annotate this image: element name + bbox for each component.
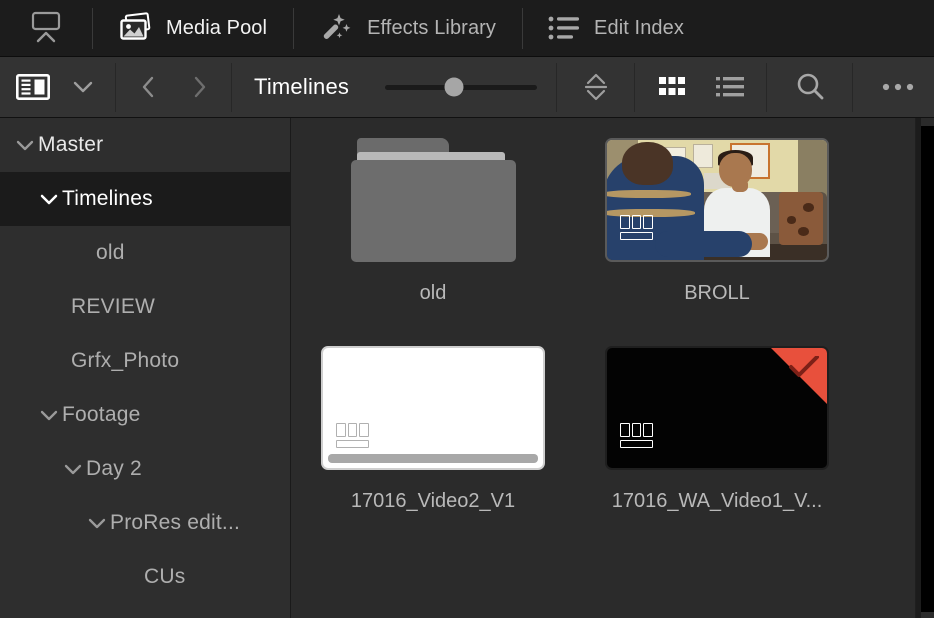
item-label: 17016_WA_Video1_V... bbox=[611, 490, 823, 512]
sidebar-item-label: ProRes edit... bbox=[110, 511, 241, 534]
more-options-icon[interactable] bbox=[879, 68, 917, 106]
thumbnail-size-slider[interactable] bbox=[385, 68, 538, 106]
chevron-down-icon[interactable] bbox=[12, 132, 38, 158]
toolbar-group-viewmode bbox=[635, 57, 768, 118]
chevron-down-icon[interactable] bbox=[60, 456, 86, 482]
media-pool-toolbar: Timelines bbox=[0, 57, 934, 118]
sidebar-item-timelines[interactable]: Timelines bbox=[0, 172, 290, 226]
thumbnail-image bbox=[321, 345, 545, 470]
chevron-left-icon[interactable] bbox=[130, 68, 168, 106]
thumbnail-image bbox=[605, 137, 829, 262]
magic-wand-icon bbox=[319, 12, 353, 44]
sidebar-item-label: Master bbox=[38, 133, 104, 156]
toolbar-group-options bbox=[853, 57, 934, 118]
monitor-collapse-icon bbox=[26, 9, 66, 47]
item-label: BROLL bbox=[684, 282, 750, 304]
list-item[interactable]: 17016_WA_Video1_V... bbox=[575, 343, 859, 551]
sidebar-item-cus[interactable]: CUs bbox=[0, 550, 290, 604]
sidebar-item-label: Footage bbox=[62, 403, 141, 426]
folder-icon bbox=[350, 137, 516, 262]
media-pool-browser[interactable]: old BROLL 17016_Video2_V1 17016_WA_Video… bbox=[291, 118, 915, 618]
clip-thumbnail[interactable] bbox=[605, 343, 829, 472]
sidebar-item-review[interactable]: REVIEW bbox=[0, 280, 290, 334]
sidebar-item-label: Timelines bbox=[62, 187, 153, 210]
browser-vertical-scrollbar[interactable] bbox=[915, 118, 934, 618]
tab-panel-toggle[interactable] bbox=[0, 0, 92, 57]
grid-view-icon[interactable] bbox=[653, 68, 691, 106]
thumbnail-image bbox=[605, 345, 829, 470]
list-bullets-icon bbox=[548, 15, 580, 41]
sidebar-item-footage[interactable]: Footage bbox=[0, 388, 290, 442]
sort-updown-icon[interactable] bbox=[577, 68, 615, 106]
chevron-down-icon[interactable] bbox=[36, 402, 62, 428]
toolbar-group-nav bbox=[116, 57, 232, 118]
sidebar-item-label: Day 2 bbox=[86, 457, 142, 480]
timeline-badge-icon bbox=[620, 214, 654, 240]
tab-label-edit-index: Edit Index bbox=[594, 16, 684, 39]
sidebar-item-label: Grfx_Photo bbox=[71, 349, 180, 372]
sidebar-item-day-2[interactable]: Day 2 bbox=[0, 442, 290, 496]
chevron-down-icon[interactable] bbox=[84, 510, 110, 536]
photos-stack-icon bbox=[118, 12, 152, 44]
sidebar-item-prores-edit[interactable]: ProRes edit... bbox=[0, 496, 290, 550]
interview-scene-image bbox=[607, 139, 827, 260]
checkmark-icon bbox=[789, 355, 819, 377]
bin-tree-sidebar[interactable]: Master Timelines old REVIEW Grfx_Photo F… bbox=[0, 118, 291, 618]
chevron-down-icon[interactable] bbox=[36, 186, 62, 212]
media-pool-window: Media Pool Effects Library Edit Index Ti… bbox=[0, 0, 934, 618]
list-item[interactable]: BROLL bbox=[575, 135, 859, 343]
toolbar-group-sort bbox=[557, 57, 636, 118]
chevron-right-icon[interactable] bbox=[180, 68, 218, 106]
timeline-badge-icon bbox=[620, 422, 654, 448]
list-view-icon[interactable] bbox=[711, 68, 749, 106]
panel-layout-icon[interactable] bbox=[14, 68, 52, 106]
sidebar-item-label: REVIEW bbox=[71, 295, 156, 318]
timeline-badge-icon bbox=[336, 422, 370, 448]
item-label: 17016_Video2_V1 bbox=[350, 490, 516, 512]
scrollbar-track[interactable] bbox=[921, 126, 934, 612]
slider-thumb[interactable] bbox=[444, 77, 464, 97]
list-item[interactable]: 17016_Video2_V1 bbox=[291, 343, 575, 551]
list-item[interactable]: old bbox=[291, 135, 575, 343]
thumbnail-grid: old BROLL 17016_Video2_V1 17016_WA_Video… bbox=[291, 118, 915, 551]
sidebar-item-master[interactable]: Master bbox=[0, 118, 290, 172]
toolbar-group-breadcrumb: Timelines bbox=[232, 57, 558, 118]
sidebar-item-label: old bbox=[96, 241, 125, 264]
item-label: old bbox=[419, 282, 447, 304]
breadcrumb[interactable]: Timelines bbox=[250, 74, 359, 100]
toolbar-group-search bbox=[767, 57, 854, 118]
tab-edit-index[interactable]: Edit Index bbox=[522, 0, 710, 57]
sidebar-item-old[interactable]: old bbox=[0, 226, 290, 280]
panel-tab-bar: Media Pool Effects Library Edit Index bbox=[0, 0, 934, 57]
used-flag-corner bbox=[769, 347, 827, 406]
toolbar-group-view bbox=[0, 57, 116, 118]
tab-label-effects-library: Effects Library bbox=[367, 16, 497, 39]
tab-effects-library[interactable]: Effects Library bbox=[293, 0, 522, 57]
clip-thumbnail[interactable] bbox=[605, 135, 829, 264]
folder-thumbnail[interactable] bbox=[321, 135, 545, 264]
clip-thumbnail[interactable] bbox=[321, 343, 545, 472]
scrubber-bar[interactable] bbox=[328, 453, 538, 463]
tab-label-media-pool: Media Pool bbox=[166, 16, 268, 39]
sidebar-item-label: CUs bbox=[144, 565, 186, 588]
chevron-down-icon[interactable] bbox=[64, 68, 102, 106]
sidebar-item-grfx-photo[interactable]: Grfx_Photo bbox=[0, 334, 290, 388]
search-icon[interactable] bbox=[791, 68, 829, 106]
tab-media-pool[interactable]: Media Pool bbox=[92, 0, 293, 57]
